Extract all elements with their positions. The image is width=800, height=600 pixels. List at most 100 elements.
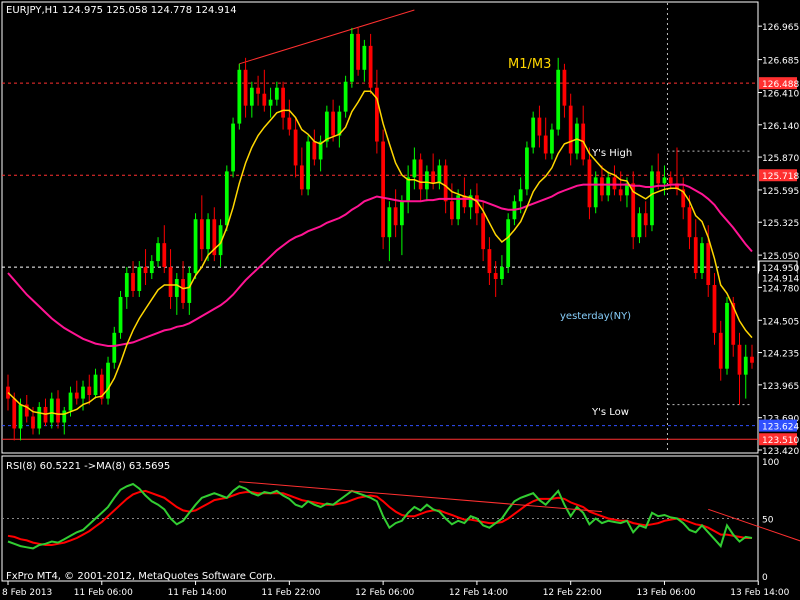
candle-body bbox=[168, 267, 173, 297]
rsi-tick-label: 50 bbox=[762, 516, 774, 526]
annotation-yesterday-high: Y's High bbox=[591, 148, 632, 159]
price-tick-label: 123.420 bbox=[762, 447, 799, 457]
candle-body bbox=[531, 117, 536, 148]
candle-body bbox=[431, 171, 436, 184]
candle-body bbox=[606, 177, 611, 196]
candle-body bbox=[412, 159, 417, 178]
candle-body bbox=[593, 177, 598, 208]
price-tick-label: 125.595 bbox=[762, 187, 799, 197]
rsi-tick-label: 100 bbox=[762, 458, 779, 468]
chart-header: EURJPY,H1 124.975 125.058 124.778 124.91… bbox=[6, 5, 237, 16]
candle-body bbox=[437, 165, 442, 184]
candle-body bbox=[124, 273, 129, 297]
current-price-tag-label: 124.914 bbox=[762, 274, 799, 284]
candle-body bbox=[568, 105, 573, 154]
time-tick-label: 12 Feb 22:00 bbox=[543, 588, 602, 598]
candle-body bbox=[562, 69, 567, 106]
candle-body bbox=[149, 261, 154, 274]
candle-body bbox=[443, 165, 448, 202]
candle-body bbox=[299, 165, 304, 190]
price-tick-label: 124.780 bbox=[762, 284, 799, 294]
candle-body bbox=[206, 219, 210, 250]
candle-body bbox=[262, 93, 267, 106]
candle-body bbox=[712, 285, 717, 333]
candle-body bbox=[106, 362, 110, 399]
price-level-tag-label: 123.624 bbox=[762, 423, 799, 433]
candle-body bbox=[743, 356, 748, 375]
candle-body bbox=[293, 129, 298, 166]
candle-body bbox=[637, 213, 642, 238]
price-level-tag-label: 125.718 bbox=[762, 172, 799, 182]
candle-body bbox=[356, 33, 360, 70]
candle-body bbox=[556, 69, 561, 130]
candle-body bbox=[62, 410, 67, 423]
candle-body bbox=[131, 273, 135, 291]
time-tick-label: 12 Feb 14:00 bbox=[449, 588, 508, 598]
annotation-m1m3: M1/M3 bbox=[508, 57, 551, 72]
candle-body bbox=[693, 237, 698, 274]
candle-body bbox=[425, 171, 429, 190]
time-tick-label: 8 Feb 2013 bbox=[2, 588, 52, 598]
rsi-tick-label: 0 bbox=[762, 573, 768, 583]
candle-body bbox=[450, 201, 454, 220]
candle-body bbox=[418, 159, 423, 190]
price-tick-label: 124.235 bbox=[762, 350, 799, 360]
candle-body bbox=[143, 267, 148, 274]
candle-body bbox=[687, 207, 692, 238]
candle-body bbox=[493, 273, 498, 280]
price-tick-label: 123.965 bbox=[762, 382, 799, 392]
price-tick-label: 125.870 bbox=[762, 154, 799, 164]
candle-body bbox=[56, 398, 60, 423]
candle-body bbox=[750, 356, 754, 363]
candle-body bbox=[31, 416, 35, 429]
annotation-yesterday-low: Y's Low bbox=[591, 407, 629, 418]
candle-body bbox=[618, 189, 623, 196]
candle-body bbox=[525, 147, 529, 190]
candle-body bbox=[274, 87, 279, 100]
candle-body bbox=[243, 69, 248, 106]
price-level-tag-label: 123.510 bbox=[762, 436, 799, 446]
candle-body bbox=[400, 201, 404, 226]
price-level-tag-label: 126.488 bbox=[762, 80, 799, 90]
candle-body bbox=[174, 279, 179, 297]
candle-body bbox=[312, 141, 317, 160]
candle-body bbox=[118, 296, 123, 333]
candle-body bbox=[662, 177, 667, 184]
candle-body bbox=[37, 406, 42, 429]
price-tick-label: 126.965 bbox=[762, 23, 799, 33]
candle-body bbox=[281, 87, 285, 118]
candle-body bbox=[718, 332, 723, 369]
candle-body bbox=[237, 69, 242, 124]
time-tick-label: 11 Feb 22:00 bbox=[261, 588, 320, 598]
candle-body bbox=[68, 392, 73, 411]
candle-body bbox=[306, 141, 310, 190]
time-tick-label: 11 Feb 14:00 bbox=[168, 588, 227, 598]
mt4-chart[interactable]: 126.965 126.685 126.410 126.140 125.870 125.5… bbox=[0, 0, 800, 600]
candle-body bbox=[537, 117, 542, 136]
candle-body bbox=[87, 386, 92, 395]
candle-body bbox=[331, 111, 335, 136]
candle-body bbox=[374, 87, 379, 142]
candle-body bbox=[181, 279, 185, 303]
price-tick-label: 126.410 bbox=[762, 90, 799, 100]
candle-body bbox=[612, 177, 617, 190]
candle-body bbox=[368, 45, 373, 88]
candle-body bbox=[643, 213, 648, 226]
candle-body bbox=[268, 99, 273, 106]
candle-body bbox=[81, 386, 85, 399]
candle-body bbox=[199, 219, 204, 250]
time-tick-label: 13 Feb 06:00 bbox=[636, 588, 695, 598]
candle-body bbox=[112, 332, 117, 363]
candle-body bbox=[93, 374, 98, 395]
candle-body bbox=[487, 249, 492, 274]
price-tick-label: 126.140 bbox=[762, 122, 799, 132]
candle-body bbox=[700, 243, 704, 274]
candle-body bbox=[393, 207, 398, 226]
candle-body bbox=[650, 171, 654, 226]
candle-body bbox=[249, 87, 254, 106]
candle-body bbox=[193, 219, 198, 274]
candle-body bbox=[18, 404, 23, 429]
candle-body bbox=[381, 141, 386, 238]
candle-body bbox=[324, 111, 329, 142]
candle-body bbox=[224, 171, 229, 226]
